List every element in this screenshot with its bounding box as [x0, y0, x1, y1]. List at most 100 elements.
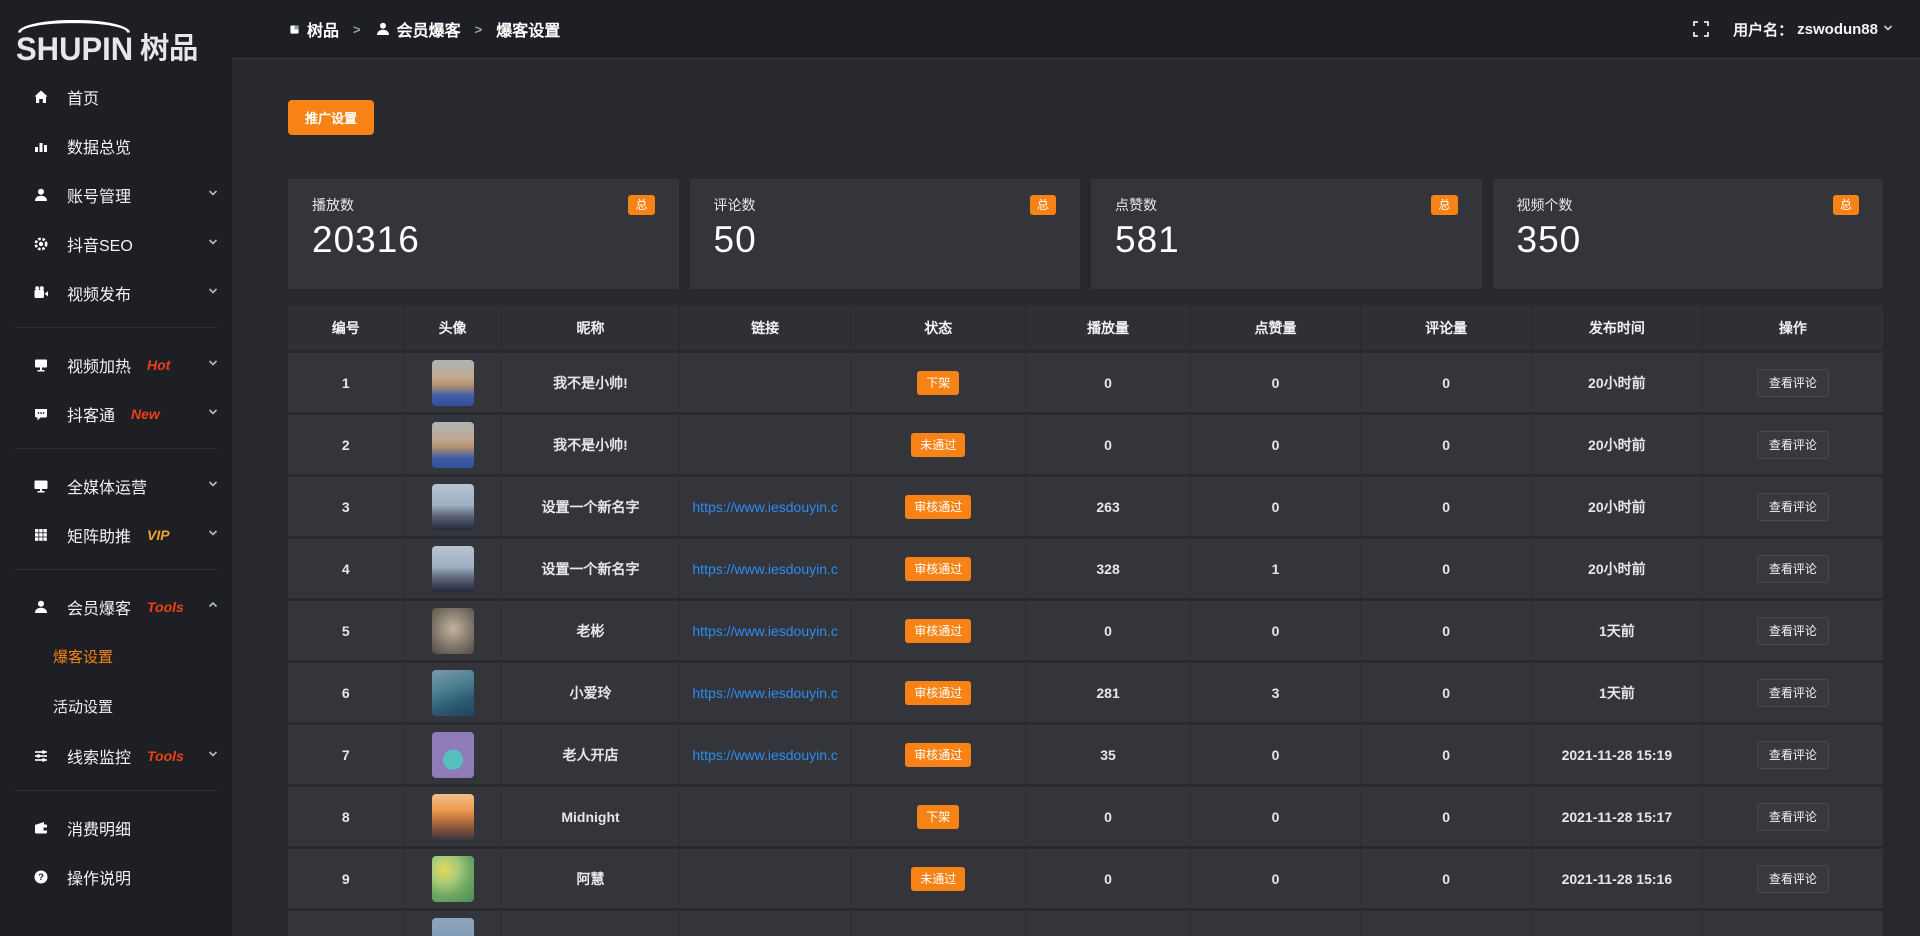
- gear-icon: [32, 235, 50, 253]
- sidebar-subitem-爆客设置[interactable]: 爆客设置: [0, 631, 232, 681]
- cell-comments: 0: [1361, 536, 1532, 598]
- cell-nickname: 老人开店: [502, 722, 681, 784]
- cell-time: 2021-11-28 15:16: [1532, 846, 1703, 908]
- view-comments-button[interactable]: 查看评论: [1757, 493, 1829, 521]
- sidebar-item-首页[interactable]: 首页: [0, 72, 232, 121]
- table-row: 5老彬https://www.iesdouyin.c审核通过0001天前查看评论: [288, 598, 1883, 660]
- stat-card-value: 350: [1517, 219, 1860, 261]
- video-link[interactable]: https://www.iesdouyin.c: [692, 623, 838, 639]
- view-comments-button[interactable]: 查看评论: [1757, 617, 1829, 645]
- sidebar-item-矩阵助推[interactable]: 矩阵助推VIP: [0, 510, 232, 559]
- logo-arc-decoration: [18, 20, 130, 33]
- column-header-头像: 头像: [404, 305, 501, 350]
- avatar: [432, 732, 474, 778]
- sidebar-item-抖客通[interactable]: 抖客通New: [0, 389, 232, 438]
- promo-settings-button[interactable]: 推广设置: [288, 100, 374, 135]
- cell-id: 6: [288, 660, 404, 722]
- chevron-down-icon: [207, 747, 219, 765]
- nav-divider: [14, 327, 218, 328]
- status-badge: 审核通过: [905, 619, 971, 643]
- sidebar-item-label: 线索监控: [67, 744, 131, 768]
- cell-comments: 0: [1361, 598, 1532, 660]
- svg-text:?: ?: [38, 872, 44, 883]
- sidebar-item-数据总览[interactable]: 数据总览: [0, 121, 232, 170]
- cell-avatar: [404, 536, 501, 598]
- cell-plays: 0: [1026, 784, 1190, 846]
- sidebar-item-label: 首页: [67, 85, 99, 109]
- breadcrumb-item-树品[interactable]: 树品: [288, 17, 339, 41]
- view-comments-button[interactable]: 查看评论: [1757, 865, 1829, 893]
- nav-divider: [14, 448, 218, 449]
- cell-link: [680, 784, 851, 846]
- cell-nickname: 设置一个新名字: [502, 536, 681, 598]
- cell-avatar: [404, 660, 501, 722]
- cell-nickname: Midnight: [502, 784, 681, 846]
- sidebar-item-label: 数据总览: [67, 134, 131, 158]
- view-comments-button[interactable]: 查看评论: [1757, 803, 1829, 831]
- sidebar-item-消费明细[interactable]: 消费明细: [0, 803, 232, 852]
- topbar: 树品>会员爆客>爆客设置 用户名：zswodun88: [232, 0, 1920, 59]
- cell-likes: 0: [1191, 474, 1362, 536]
- column-header-链接: 链接: [680, 305, 851, 350]
- sidebar-item-视频发布[interactable]: 视频发布: [0, 268, 232, 317]
- sidebar-item-全媒体运营[interactable]: 全媒体运营: [0, 461, 232, 510]
- view-comments-button[interactable]: 查看评论: [1757, 431, 1829, 459]
- grid-icon: [32, 526, 50, 544]
- cell-nickname: 阿慧: [502, 846, 681, 908]
- breadcrumb-label: 会员爆客: [397, 17, 461, 41]
- cell-status: 审核通过: [851, 660, 1026, 722]
- view-comments-button[interactable]: 查看评论: [1757, 555, 1829, 583]
- cell-actions: 查看评论: [1703, 412, 1883, 474]
- sidebar-item-账号管理[interactable]: 账号管理: [0, 170, 232, 219]
- video-link[interactable]: https://www.iesdouyin.c: [692, 561, 838, 577]
- sidebar-item-会员爆客[interactable]: 会员爆客Tools: [0, 582, 232, 631]
- breadcrumb-separator: >: [475, 22, 483, 37]
- cell-comments: 0: [1361, 784, 1532, 846]
- cell-status: 未通过: [851, 412, 1026, 474]
- stat-card-视频个数: 视频个数350总: [1493, 179, 1884, 289]
- chevron-down-icon: [207, 526, 219, 544]
- chevron-down-icon: [207, 284, 219, 302]
- cell-id: 3: [288, 474, 404, 536]
- stat-cards: 播放数20316总评论数50总点赞数581总视频个数350总: [288, 179, 1883, 289]
- cell-status: 审核通过: [851, 474, 1026, 536]
- sidebar-item-视频加热[interactable]: 视频加热Hot: [0, 340, 232, 389]
- cell-nickname: 我不是小帅!: [502, 412, 681, 474]
- sidebar-item-label: 抖音SEO: [67, 232, 133, 256]
- cell-comments: 0: [1361, 412, 1532, 474]
- cell-actions: 查看评论: [1703, 474, 1883, 536]
- cell-nickname: 我不是小帅!: [502, 350, 681, 412]
- cell-link: https://www.iesdouyin.c: [680, 722, 851, 784]
- chevron-down-icon: [207, 405, 219, 423]
- cell-id: 4: [288, 536, 404, 598]
- avatar: [432, 608, 474, 654]
- cell-nickname: [502, 908, 681, 936]
- user-menu[interactable]: 用户名：zswodun88: [1733, 19, 1894, 40]
- view-comments-button[interactable]: 查看评论: [1757, 369, 1829, 397]
- cell-avatar: [404, 784, 501, 846]
- breadcrumb-item-会员爆客[interactable]: 会员爆客: [375, 17, 461, 41]
- cell-avatar: [404, 722, 501, 784]
- view-comments-button[interactable]: 查看评论: [1757, 679, 1829, 707]
- breadcrumb-label: 树品: [307, 17, 339, 41]
- table-row: 2我不是小帅!未通过00020小时前查看评论: [288, 412, 1883, 474]
- sidebar-item-抖音SEO[interactable]: 抖音SEO: [0, 219, 232, 268]
- cell-avatar: [404, 908, 501, 936]
- sidebar-item-label: 消费明细: [67, 816, 131, 840]
- total-badge: 总: [1833, 195, 1859, 215]
- sidebar-subitem-活动设置[interactable]: 活动设置: [0, 681, 232, 731]
- sidebar-item-label: 矩阵助推: [67, 523, 131, 547]
- cell-actions: 查看评论: [1703, 536, 1883, 598]
- view-comments-button[interactable]: 查看评论: [1757, 741, 1829, 769]
- stat-card-播放数: 播放数20316总: [288, 179, 679, 289]
- cell-actions: [1703, 908, 1883, 936]
- video-link[interactable]: https://www.iesdouyin.c: [692, 747, 838, 763]
- logo-brand-en: SHUPIN: [16, 20, 133, 65]
- sidebar-item-线索监控[interactable]: 线索监控Tools: [0, 731, 232, 780]
- fullscreen-icon[interactable]: [1691, 19, 1711, 39]
- cell-avatar: [404, 846, 501, 908]
- sidebar-item-操作说明[interactable]: ?操作说明: [0, 852, 232, 901]
- stat-card-评论数: 评论数50总: [690, 179, 1081, 289]
- video-link[interactable]: https://www.iesdouyin.c: [692, 685, 838, 701]
- video-link[interactable]: https://www.iesdouyin.c: [692, 499, 838, 515]
